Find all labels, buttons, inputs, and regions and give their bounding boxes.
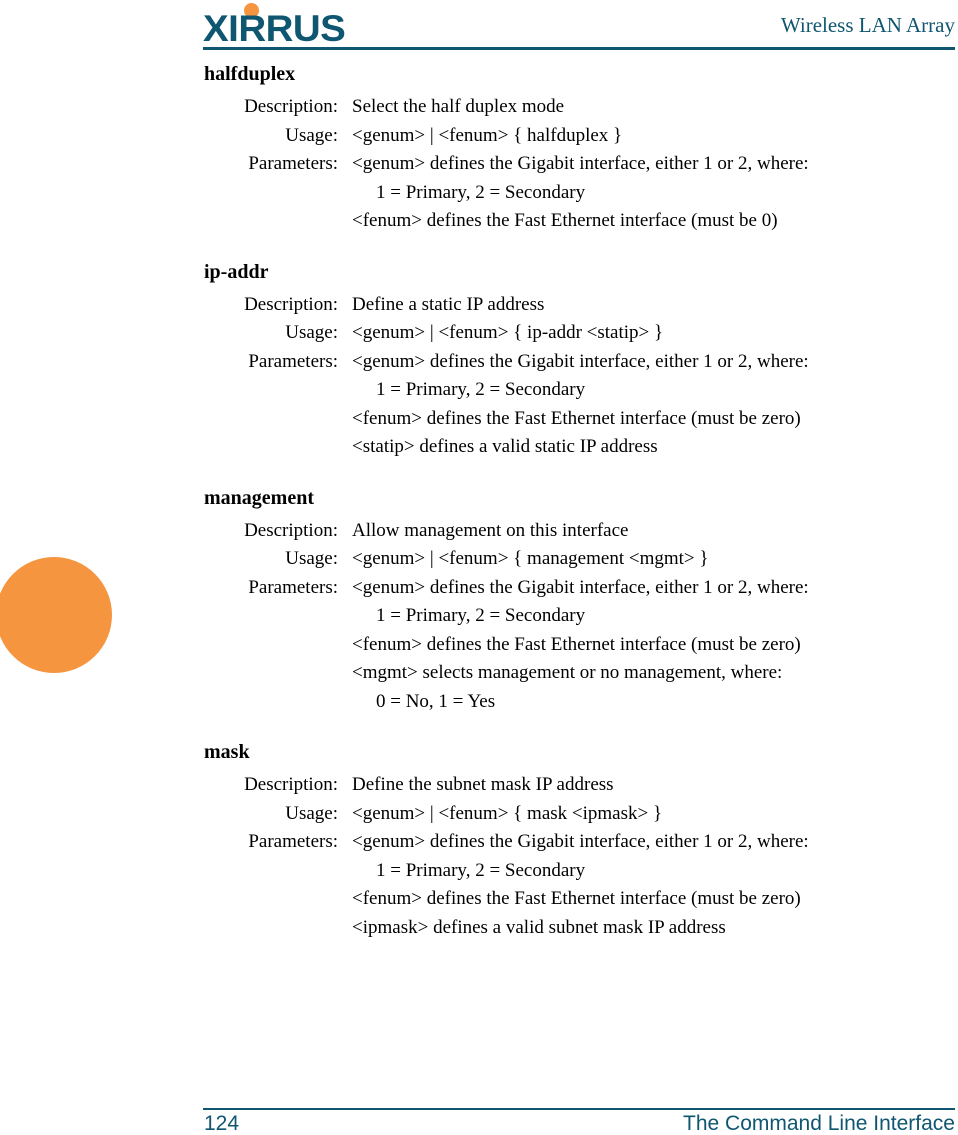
command-row: Parameters: <genum> defines the Gigabit i… [0, 150, 958, 179]
command-row: <fenum> defines the Fast Ethernet interf… [0, 631, 958, 660]
parameter-line: 1 = Primary, 2 = Secondary [376, 181, 586, 203]
command-row: Usage: <genum> | <fenum> { management <mg… [0, 545, 958, 574]
parameter-line: 1 = Primary, 2 = Secondary [376, 379, 586, 400]
header-title: Wireless LAN Array [780, 13, 955, 37]
command-row: Parameters: <genum> defines the Gigabit i… [0, 574, 958, 603]
description-label: Description: [244, 293, 338, 315]
command-row: Description: Select the half duplex mode [0, 93, 958, 122]
command-row: 1 = Primary, 2 = Secondary [0, 376, 958, 405]
page-content: halfduplex Description: Select the half du… [0, 62, 958, 966]
parameter-line: <fenum> defines the Fast Ethernet interf… [352, 888, 801, 909]
description-value: Define a static IP address [352, 293, 545, 315]
command-block: ip-addr Description: Define a static IP ad… [0, 260, 958, 462]
command-row: Description: Allow management on this int… [0, 517, 958, 546]
command-block: mask Description: Define the subnet mask I… [0, 740, 958, 942]
footer-page-number: 124 [204, 1112, 240, 1135]
usage-value: <genum> | <fenum> { ip-addr <statip> } [352, 322, 664, 343]
usage-label: Usage: [285, 124, 338, 146]
command-row: Parameters: <genum> defines the Gigabit i… [0, 828, 958, 857]
command-name: mask [204, 741, 250, 763]
parameter-line: <fenum> defines the Fast Ethernet interf… [352, 210, 778, 231]
command-rows: Description: Define the subnet mask IP ad… [0, 771, 958, 942]
command-row: Description: Define the subnet mask IP ad… [0, 771, 958, 800]
usage-label: Usage: [285, 548, 338, 569]
command-row: <fenum> defines the Fast Ethernet interf… [0, 885, 958, 914]
footer-section-title: The Command Line Interface [683, 1112, 955, 1135]
command-row: 1 = Primary, 2 = Secondary [0, 602, 958, 631]
command-row: Description: Define a static IP address [0, 291, 958, 320]
description-label: Description: [244, 519, 338, 541]
command-block: halfduplex Description: Select the half du… [0, 62, 958, 236]
parameter-line: <genum> defines the Gigabit interface, e… [352, 350, 809, 372]
parameter-line: 1 = Primary, 2 = Secondary [376, 605, 586, 626]
parameter-line: <statip> defines a valid static IP addre… [352, 436, 658, 457]
command-name: ip-addr [204, 260, 269, 283]
command-row: 0 = No, 1 = Yes [0, 688, 958, 717]
page-header: XIRRUS Wireless LAN Array [203, 0, 955, 50]
parameter-line: <fenum> defines the Fast Ethernet interf… [352, 633, 801, 655]
usage-label: Usage: [285, 322, 338, 343]
usage-label: Usage: [285, 802, 338, 824]
description-label: Description: [244, 96, 338, 117]
parameter-line: 0 = No, 1 = Yes [376, 690, 496, 712]
command-row: Parameters: <genum> defines the Gigabit i… [0, 348, 958, 377]
command-row: <fenum> defines the Fast Ethernet interf… [0, 405, 958, 434]
footer-divider [203, 1108, 955, 1110]
command-row: Usage: <genum> | <fenum> { mask <ipmask> … [0, 800, 958, 829]
xirrus-logo: XIRRUS [203, 2, 433, 49]
usage-value: <genum> | <fenum> { management <mgmt> } [352, 548, 709, 569]
header-divider [203, 47, 955, 50]
command-row: <fenum> defines the Fast Ethernet interf… [0, 207, 958, 236]
description-value: Select the half duplex mode [352, 96, 565, 117]
parameters-label: Parameters: [248, 153, 338, 174]
command-name: halfduplex [204, 63, 296, 85]
command-row: 1 = Primary, 2 = Secondary [0, 179, 958, 208]
parameter-line: <fenum> defines the Fast Ethernet interf… [352, 407, 801, 429]
document-page: XIRRUS Wireless LAN Array halfduplex Desc… [0, 0, 958, 1134]
parameter-line: <genum> defines the Gigabit interface, e… [352, 576, 809, 598]
description-value: Allow management on this interface [352, 519, 629, 541]
usage-value: <genum> | <fenum> { halfduplex } [352, 124, 623, 146]
parameter-line: <mgmt> selects management or no manageme… [352, 662, 783, 683]
command-rows: Description: Define a static IP address Us… [0, 291, 958, 462]
command-rows: Description: Select the half duplex mode U… [0, 93, 958, 236]
command-rows: Description: Allow management on this int… [0, 517, 958, 717]
parameter-line: <ipmask> defines a valid subnet mask IP … [352, 916, 726, 938]
parameters-label: Parameters: [248, 831, 338, 852]
command-block: management Description: Allow management o… [0, 486, 958, 717]
parameters-label: Parameters: [248, 350, 338, 372]
parameter-line: <genum> defines the Gigabit interface, e… [352, 831, 809, 852]
command-row: <mgmt> selects management or no manageme… [0, 659, 958, 688]
usage-value: <genum> | <fenum> { mask <ipmask> } [352, 802, 663, 824]
description-label: Description: [244, 774, 338, 795]
logo-wordmark: XIRRUS [203, 8, 346, 49]
command-name: management [204, 486, 314, 509]
command-row: Usage: <genum> | <fenum> { ip-addr <stati… [0, 319, 958, 348]
command-row: <ipmask> defines a valid subnet mask IP … [0, 914, 958, 943]
command-row: 1 = Primary, 2 = Secondary [0, 857, 958, 886]
description-value: Define the subnet mask IP address [352, 774, 614, 795]
command-row: <statip> defines a valid static IP addre… [0, 433, 958, 462]
parameters-label: Parameters: [248, 576, 338, 598]
command-row: Usage: <genum> | <fenum> { halfduplex } [0, 122, 958, 151]
parameter-line: 1 = Primary, 2 = Secondary [376, 859, 586, 881]
parameter-line: <genum> defines the Gigabit interface, e… [352, 153, 809, 174]
